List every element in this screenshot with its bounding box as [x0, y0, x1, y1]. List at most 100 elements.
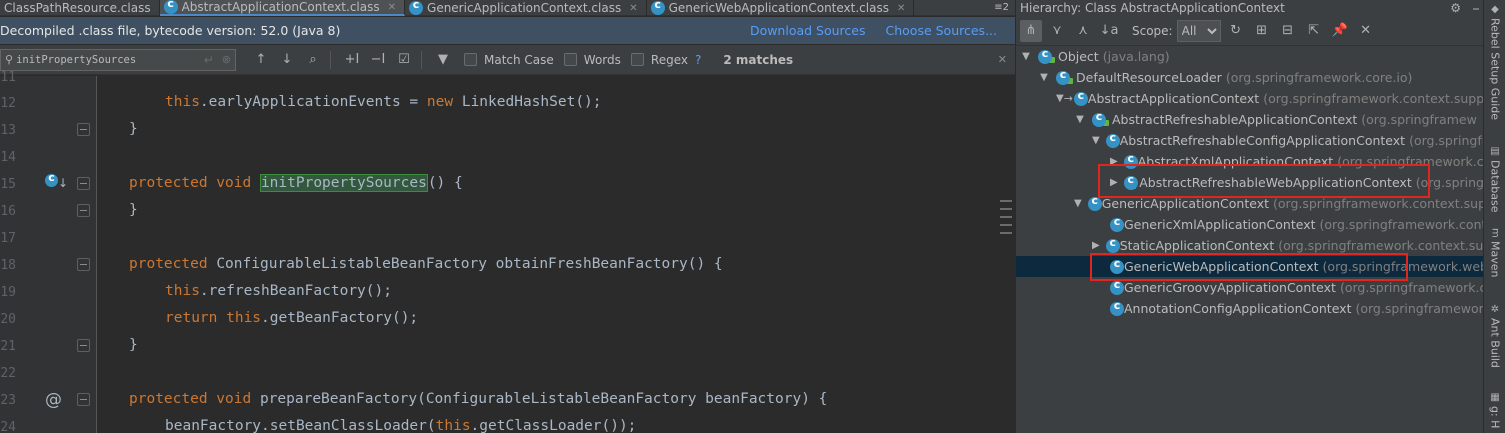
tree-node[interactable]: GenericXmlApplicationContext (org.spring…	[1016, 214, 1484, 235]
line-number: 15	[0, 177, 16, 192]
class-icon	[1105, 236, 1120, 253]
checkbox-box[interactable]	[563, 53, 577, 66]
filter-icon[interactable]: ▼	[432, 49, 454, 71]
code-line-13: }	[129, 121, 138, 137]
fold-marker[interactable]	[77, 339, 90, 352]
maven-icon: m	[1489, 228, 1501, 238]
tree-node[interactable]: ▼ DefaultResourceLoader (org.springframe…	[1016, 67, 1484, 88]
search-icon[interactable]: ⚲	[5, 53, 13, 66]
add-occurrence-icon[interactable]: +I	[341, 49, 363, 71]
close-icon[interactable]: ✕	[388, 2, 396, 13]
annotation-marker[interactable]: @	[45, 390, 62, 410]
previous-occurrence-icon[interactable]: ↑	[250, 49, 272, 71]
close-icon[interactable]: ✕	[1355, 20, 1377, 42]
tab-genericwebapplicationcontext[interactable]: GenericWebApplicationContext.class ✕	[647, 0, 915, 16]
line-number: 11	[0, 70, 16, 85]
editor-pane: ClassPathResource.class AbstractApplicat…	[0, 0, 1015, 433]
remove-occurrence-icon[interactable]: −I	[367, 49, 389, 71]
clear-icon[interactable]: ⊗	[222, 53, 231, 66]
keyword-new: new	[426, 94, 454, 110]
code-area[interactable]: this.earlyApplicationEvents = new Linked…	[98, 76, 1015, 433]
download-sources-link[interactable]: Download Sources	[750, 23, 866, 38]
close-icon[interactable]: ✕	[629, 3, 637, 14]
expanded-arrow-icon[interactable]: ▼	[1092, 135, 1100, 146]
code-line-21: }	[129, 337, 138, 353]
collapsed-arrow-icon[interactable]: ▶	[1092, 240, 1100, 251]
line-number: 13	[0, 123, 16, 138]
supertypes-hierarchy-icon[interactable]: ⋎	[1046, 20, 1068, 42]
scope-dropdown[interactable]: All	[1176, 19, 1221, 42]
side-tab-label: Rebel Setup Guide	[1488, 18, 1502, 121]
sort-alphabetically-icon[interactable]: ↓a	[1098, 20, 1120, 42]
node-package: (org.springframework	[1355, 301, 1484, 316]
node-name: GenericGroovyApplicationContext	[1124, 280, 1336, 295]
choose-sources-link[interactable]: Choose Sources...	[886, 23, 998, 38]
class-hierarchy-icon[interactable]: ⋔	[1020, 19, 1042, 42]
subtypes-hierarchy-icon[interactable]: ⋏	[1072, 20, 1094, 42]
tree-node[interactable]: AnnotationConfigApplicationContext (org.…	[1016, 298, 1484, 319]
ant-build-tab[interactable]: ✲ Ant Build	[1487, 304, 1503, 368]
side-tab-label: g: H	[1488, 406, 1502, 429]
tab-label: GenericApplicationContext.class	[427, 1, 622, 15]
expanded-arrow-icon[interactable]: ▼	[1056, 93, 1064, 104]
words-checkbox[interactable]: Words	[563, 52, 621, 67]
regex-help-icon[interactable]: ?	[695, 53, 701, 67]
tree-node[interactable]: ▼ Object (java.lang)	[1016, 46, 1484, 67]
collapse-all-icon[interactable]: ⊟	[1277, 20, 1299, 42]
expanded-arrow-icon[interactable]: ▼	[1074, 114, 1086, 125]
tree-node[interactable]: ▼ → AbstractApplicationContext (org.spri…	[1016, 88, 1484, 109]
hide-icon[interactable]: ⎯	[1473, 1, 1479, 16]
checkbox-box[interactable]	[630, 53, 644, 66]
maven-tab[interactable]: m Maven	[1487, 228, 1503, 277]
refresh-icon[interactable]: ↻	[1225, 20, 1247, 42]
tab-classpathresource[interactable]: ClassPathResource.class	[0, 0, 160, 16]
node-name: Object	[1058, 49, 1099, 64]
code-text: .getBeanFactory();	[261, 310, 419, 326]
code-line-18: protected ConfigurableListableBeanFactor…	[129, 256, 723, 272]
tab-overflow-button[interactable]: ≡2	[988, 0, 1015, 15]
search-field[interactable]: ⚲ ↵ ⊗	[0, 48, 236, 71]
select-all-occurrences-icon[interactable]: ☑	[393, 49, 415, 71]
expanded-arrow-icon[interactable]: ▼	[1038, 72, 1050, 83]
fold-marker[interactable]	[77, 258, 90, 271]
fold-marker[interactable]	[77, 177, 90, 190]
match-case-checkbox[interactable]: Match Case	[464, 53, 554, 67]
tree-node[interactable]: ▼ AbstractRefreshableApplicationContext …	[1016, 109, 1484, 130]
node-name: AbstractRefreshableConfigApplicationCont…	[1119, 133, 1406, 148]
export-icon[interactable]: ⇱	[1303, 20, 1325, 42]
database-tab[interactable]: ▤ Database	[1487, 146, 1503, 213]
keyword-protected-void: protected void	[129, 391, 260, 407]
keyword-this: this	[226, 310, 262, 326]
overridden-method-icon[interactable]: ↓	[45, 171, 68, 191]
error-stripe-markers[interactable]	[1000, 200, 1012, 270]
expanded-arrow-icon[interactable]: ▼	[1074, 198, 1082, 209]
close-icon[interactable]: ✕	[998, 53, 1007, 66]
ant-icon: ✲	[1489, 304, 1501, 315]
node-name: GenericXmlApplicationContext	[1124, 217, 1316, 232]
fold-marker[interactable]	[77, 123, 90, 136]
close-icon[interactable]: ✕	[897, 3, 905, 14]
expanded-arrow-icon[interactable]: ▼	[1020, 51, 1032, 62]
keyword-this: this	[435, 418, 471, 433]
search-input[interactable]	[16, 53, 200, 66]
find-all-icon[interactable]: ⌕	[302, 49, 324, 71]
checkbox-box[interactable]	[464, 53, 477, 66]
next-occurrence-icon[interactable]: ↓	[276, 49, 298, 71]
tab-abstractapplicationcontext[interactable]: AbstractApplicationContext.class ✕	[159, 0, 406, 16]
code-text: () {	[427, 175, 463, 191]
words-label: Words	[583, 52, 621, 67]
pin-icon[interactable]: 📌	[1329, 20, 1351, 42]
tab-genericapplicationcontext[interactable]: GenericApplicationContext.class ✕	[405, 0, 647, 16]
class-icon	[1110, 215, 1124, 232]
expand-all-icon[interactable]: ⊞	[1251, 20, 1273, 42]
code-line-19: this.refreshBeanFactory();	[165, 283, 392, 299]
regex-checkbox[interactable]: Regex ?	[630, 53, 701, 67]
find-bar: ⚲ ↵ ⊗ ↑ ↓ ⌕ +I −I ☑ ▼ Match Case Words R…	[0, 45, 1015, 75]
code-text: prepareBeanFactory(ConfigurableListableB…	[259, 391, 828, 407]
gear-icon[interactable]: ⚙	[1450, 1, 1461, 16]
rebel-setup-guide-tab[interactable]: ◆ Rebel Setup Guide	[1487, 4, 1503, 120]
fold-marker[interactable]	[77, 204, 90, 217]
tree-node[interactable]: ▼ AbstractRefreshableConfigApplicationCo…	[1016, 130, 1484, 151]
fold-marker[interactable]	[77, 393, 90, 406]
more-tool-tab[interactable]: ▦ g: H	[1487, 392, 1503, 428]
